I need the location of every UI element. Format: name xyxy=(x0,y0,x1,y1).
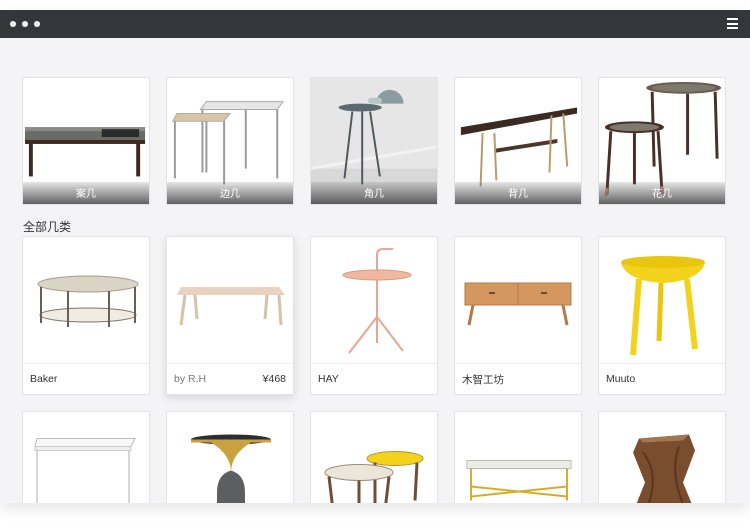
tray-side-table-image xyxy=(311,237,437,364)
product-meta: HAY xyxy=(311,363,437,394)
product-card[interactable]: 木智工坊 xyxy=(454,236,582,395)
category-card-jiaoji[interactable]: 角几 xyxy=(310,77,438,205)
product-card[interactable] xyxy=(166,411,294,503)
category-card-bianji[interactable]: 边几 xyxy=(166,77,294,205)
window-dot-icon[interactable] xyxy=(22,21,28,27)
product-grid: Baker by R.H ¥468 HAY 木智工坊 Muuto xyxy=(22,236,726,503)
product-card[interactable] xyxy=(598,411,726,503)
window-dot-icon[interactable] xyxy=(34,21,40,27)
product-meta: 木智工坊 xyxy=(455,363,581,394)
product-card[interactable]: HAY xyxy=(310,236,438,395)
product-brand: 木智工坊 xyxy=(462,373,504,386)
product-meta: Muuto xyxy=(599,363,725,394)
product-card[interactable] xyxy=(310,411,438,503)
marble-gold-table-image xyxy=(455,412,581,503)
product-brand: HAY xyxy=(318,373,339,385)
glass-side-table-image xyxy=(167,412,293,503)
window-controls xyxy=(10,21,40,27)
product-brand: Baker xyxy=(30,373,58,385)
category-card-anji[interactable]: 案几 xyxy=(22,77,150,205)
product-meta: Baker xyxy=(23,363,149,394)
product-card[interactable] xyxy=(454,411,582,503)
category-label: 边几 xyxy=(167,182,293,204)
category-row: 案几 边几 角几 背几 花几 xyxy=(22,77,726,205)
yellow-side-table-image xyxy=(599,237,725,364)
title-bar xyxy=(0,10,750,38)
category-label: 案几 xyxy=(23,182,149,204)
category-label: 角几 xyxy=(311,182,437,204)
product-card[interactable]: Muuto xyxy=(598,236,726,395)
round-coffee-table-image xyxy=(23,237,149,364)
category-label: 背几 xyxy=(455,182,581,204)
wood-stool-table-image xyxy=(599,412,725,503)
product-brand: Muuto xyxy=(606,373,636,385)
nesting-round-tables-image xyxy=(311,412,437,503)
product-card[interactable]: by R.H ¥468 xyxy=(166,236,294,395)
product-price: ¥468 xyxy=(262,373,286,385)
category-card-beiji[interactable]: 背几 xyxy=(454,77,582,205)
category-card-huaji[interactable]: 花几 xyxy=(598,77,726,205)
product-meta: by R.H ¥468 xyxy=(167,363,293,394)
white-tray-table-image xyxy=(23,412,149,503)
product-card[interactable]: Baker xyxy=(22,236,150,395)
hamburger-menu-icon[interactable] xyxy=(727,18,738,29)
rect-coffee-table-image xyxy=(167,237,293,364)
window-dot-icon[interactable] xyxy=(10,21,16,27)
category-label: 花几 xyxy=(599,182,725,204)
product-card[interactable] xyxy=(22,411,150,503)
section-title: 全部几类 xyxy=(23,220,72,234)
app-window: 案几 边几 角几 背几 花几 全部几类 Baker by R.H ¥468 HA… xyxy=(0,10,750,503)
wood-tv-stand-image xyxy=(455,237,581,364)
product-designer: by R.H xyxy=(174,373,207,385)
